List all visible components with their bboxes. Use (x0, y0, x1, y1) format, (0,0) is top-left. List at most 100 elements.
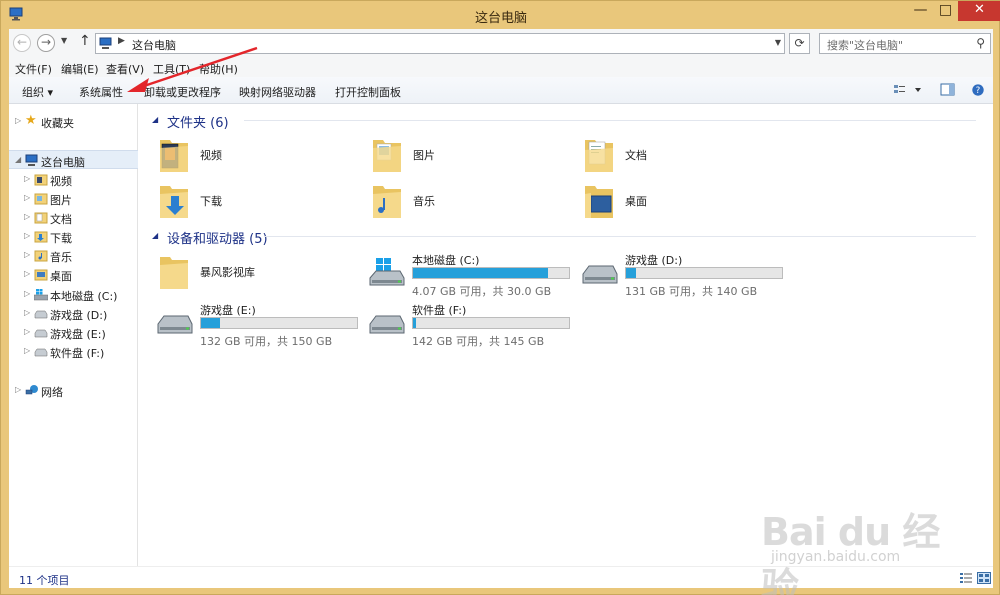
details-view-icon[interactable] (959, 572, 973, 584)
desktop-folder-icon (34, 269, 48, 281)
address-dropdown-chevron-down-icon[interactable]: ▼ (775, 38, 781, 47)
nav-item-videos[interactable]: ▷ 视频 (9, 170, 138, 189)
folder-pictures[interactable]: 图片 (371, 134, 551, 176)
address-bar[interactable]: ▶ 这台电脑 ▼ (95, 33, 785, 54)
system-properties-button[interactable]: 系统属性 (79, 84, 123, 100)
collapse-group-icon[interactable]: ◢ (152, 231, 158, 240)
drive-name: 游戏盘 (E:) (200, 304, 256, 317)
close-button[interactable]: ✕ (958, 1, 1000, 21)
expand-arrow-icon[interactable]: ▷ (24, 327, 30, 336)
drive-usage-fill (201, 318, 220, 328)
breadcrumb-this-pc[interactable]: 这台电脑 (132, 37, 176, 53)
nav-item-favorites[interactable]: ▷ ★ 收藏夹 (9, 112, 138, 131)
menu-file[interactable]: 文件(F) (15, 61, 52, 77)
nav-item-documents[interactable]: ▷ 文档 (9, 208, 138, 227)
svg-text:?: ? (976, 86, 981, 96)
library-label: 暴风影视库 (200, 266, 255, 279)
recent-locations-chevron-down-icon[interactable]: ▼ (61, 36, 67, 45)
expand-arrow-icon[interactable]: ▷ (24, 346, 30, 355)
maximize-button[interactable]: □ (933, 1, 958, 21)
nav-item-downloads[interactable]: ▷ 下载 (9, 227, 138, 246)
expand-arrow-icon[interactable]: ▷ (24, 289, 30, 298)
drive-c[interactable]: 本地磁盘 (C:) 4.07 GB 可用，共 30.0 GB (368, 252, 578, 298)
collapse-group-icon[interactable]: ◢ (152, 115, 158, 124)
expand-arrow-icon[interactable]: ▷ (24, 308, 30, 317)
nav-item-desktop[interactable]: ▷ 桌面 (9, 265, 138, 284)
menu-edit[interactable]: 编辑(E) (61, 61, 99, 77)
drive-usage-fill (413, 318, 417, 328)
large-icons-view-icon[interactable] (977, 572, 991, 584)
nav-item-drive-f[interactable]: ▷ 软件盘 (F:) (9, 342, 138, 361)
folder-desktop[interactable]: 桌面 (583, 180, 763, 222)
map-network-drive-button[interactable]: 映射网络驱动器 (239, 84, 316, 100)
nav-item-this-pc[interactable]: ◢ 这台电脑 (9, 150, 138, 169)
preview-pane-icon[interactable] (940, 83, 956, 97)
drive-free-space: 131 GB 可用，共 140 GB (625, 285, 758, 298)
change-view-icon[interactable] (893, 83, 923, 97)
drive-d[interactable]: 游戏盘 (D:) 131 GB 可用，共 140 GB (581, 252, 791, 298)
nav-label: 这台电脑 (41, 156, 85, 169)
nav-item-drive-c[interactable]: ▷ 本地磁盘 (C:) (9, 285, 138, 304)
help-icon[interactable]: ? (970, 83, 986, 97)
nav-item-drive-e[interactable]: ▷ 游戏盘 (E:) (9, 323, 138, 342)
documents-folder-icon (34, 212, 48, 224)
library-storm-video[interactable]: 暴风影视库 (158, 251, 338, 293)
search-icon[interactable]: ⚲ (976, 36, 985, 50)
nav-item-pictures[interactable]: ▷ 图片 (9, 189, 138, 208)
nav-label: 下载 (50, 232, 72, 245)
expand-arrow-icon[interactable]: ▷ (15, 116, 21, 125)
documents-folder-icon (585, 140, 613, 172)
group-title: 设备和驱动器 (5) (167, 232, 268, 247)
menu-help[interactable]: 帮助(H) (199, 61, 238, 77)
expand-arrow-icon[interactable]: ▷ (24, 231, 30, 240)
music-folder-icon (373, 186, 401, 218)
drive-f[interactable]: 软件盘 (F:) 142 GB 可用，共 145 GB (368, 302, 578, 348)
pictures-folder-icon (34, 193, 48, 205)
folder-label: 桌面 (625, 195, 647, 208)
title-bar[interactable]: 这台电脑 — □ ✕ (1, 1, 1000, 29)
forward-button[interactable]: → (37, 34, 55, 52)
minimize-button[interactable]: — (908, 1, 933, 21)
folders-group-header[interactable]: ◢ 文件夹 (6) (148, 110, 976, 131)
expand-arrow-icon[interactable]: ▷ (24, 250, 30, 259)
expand-arrow-icon[interactable]: ▷ (24, 269, 30, 278)
back-button[interactable]: ← (13, 34, 31, 52)
breadcrumb-chevron-icon[interactable]: ▶ (118, 36, 125, 46)
windows-drive-icon (369, 258, 405, 286)
up-arrow-icon[interactable]: ↑ (79, 33, 91, 49)
nav-item-music[interactable]: ▷ 音乐 (9, 246, 138, 265)
folder-videos[interactable]: 视频 (158, 134, 338, 176)
hard-drive-icon (34, 329, 48, 338)
menu-tools[interactable]: 工具(T) (153, 61, 190, 77)
expand-arrow-icon[interactable]: ▷ (15, 385, 21, 394)
nav-label: 网络 (41, 386, 63, 399)
expand-arrow-icon[interactable]: ▷ (24, 212, 30, 221)
hard-drive-icon (582, 265, 618, 284)
drive-free-space: 132 GB 可用，共 150 GB (200, 335, 333, 348)
refresh-button[interactable]: ⟳ (789, 33, 810, 54)
collapse-arrow-icon[interactable]: ◢ (15, 155, 21, 164)
drive-name: 软件盘 (F:) (412, 304, 467, 317)
pictures-folder-icon (373, 140, 401, 172)
drive-e[interactable]: 游戏盘 (E:) 132 GB 可用，共 150 GB (156, 302, 366, 348)
devices-group-header[interactable]: ◢ 设备和驱动器 (5) (148, 226, 976, 247)
nav-label: 游戏盘 (D:) (50, 309, 108, 322)
folder-documents[interactable]: 文档 (583, 134, 763, 176)
address-toolbar: ← → ▼ ↑ ▶ 这台电脑 ▼ ⟳ 搜索"这台电脑" ⚲ (9, 29, 993, 57)
menu-view[interactable]: 查看(V) (106, 61, 144, 77)
navigation-pane: ▷ ★ 收藏夹 ◢ 这台电脑 ▷ 视频 ▷ 图片 ▷ 文档 ▷ 下载 ▷ 音乐 … (9, 104, 138, 566)
folder-music[interactable]: 音乐 (371, 180, 551, 222)
folder-downloads[interactable]: 下载 (158, 180, 338, 222)
expand-arrow-icon[interactable]: ▷ (24, 174, 30, 183)
open-control-panel-button[interactable]: 打开控制面板 (335, 84, 401, 100)
drive-usage-bar (412, 267, 570, 279)
group-divider (264, 236, 976, 237)
nav-label: 音乐 (50, 251, 72, 264)
nav-item-network[interactable]: ▷ 网络 (9, 381, 138, 400)
drive-usage-bar (200, 317, 358, 329)
search-input[interactable]: 搜索"这台电脑" ⚲ (819, 33, 991, 54)
expand-arrow-icon[interactable]: ▷ (24, 193, 30, 202)
uninstall-program-button[interactable]: 卸载或更改程序 (144, 84, 221, 100)
organize-button[interactable]: 组织 ▾ (22, 84, 53, 100)
nav-item-drive-d[interactable]: ▷ 游戏盘 (D:) (9, 304, 138, 323)
